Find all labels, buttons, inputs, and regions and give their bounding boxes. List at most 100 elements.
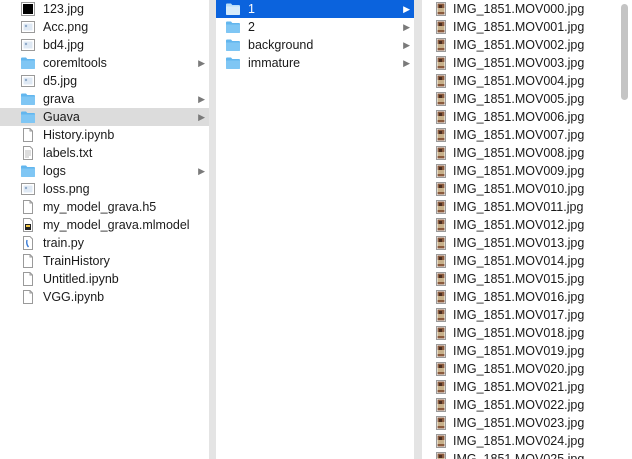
disclosure-chevron-icon: ▶ [403,40,410,50]
item-label: IMG_1851.MOV005.jpg [453,92,585,106]
folder-icon [225,2,241,16]
finder-column-browser: 123.jpg Acc.png bd4.jpg coremltools ▶ d5.jpg g… [0,0,632,459]
list-item-img-1851-mov000-jpg[interactable]: IMG_1851.MOV000.jpg [422,0,632,18]
list-item-bd4-jpg[interactable]: bd4.jpg [0,36,209,54]
list-item-img-1851-mov004-jpg[interactable]: IMG_1851.MOV004.jpg [422,72,632,90]
list-item-img-1851-mov010-jpg[interactable]: IMG_1851.MOV010.jpg [422,180,632,198]
item-label: 1 [248,2,255,16]
list-item-img-1851-mov003-jpg[interactable]: IMG_1851.MOV003.jpg [422,54,632,72]
list-item-d5-jpg[interactable]: d5.jpg [0,72,209,90]
column-divider-2[interactable] [414,0,422,459]
item-label: IMG_1851.MOV006.jpg [453,110,585,124]
item-label: VGG.ipynb [43,290,105,304]
list-item-img-1851-mov020-jpg[interactable]: IMG_1851.MOV020.jpg [422,360,632,378]
folder-icon [225,56,241,70]
photo-thumbnail-icon [433,326,449,340]
item-label: my_model_grava.mlmodel [43,218,190,232]
list-item-img-1851-mov012-jpg[interactable]: IMG_1851.MOV012.jpg [422,216,632,234]
list-item-coremltools[interactable]: coremltools ▶ [0,54,209,72]
list-item-vgg-ipynb[interactable]: VGG.ipynb [0,288,209,306]
photo-thumbnail-icon [433,110,449,124]
list-item-img-1851-mov005-jpg[interactable]: IMG_1851.MOV005.jpg [422,90,632,108]
list-item-acc-png[interactable]: Acc.png [0,18,209,36]
list-item-background[interactable]: background ▶ [216,36,414,54]
photo-thumbnail-icon [433,452,449,459]
list-item-img-1851-mov018-jpg[interactable]: IMG_1851.MOV018.jpg [422,324,632,342]
column-1[interactable]: 123.jpg Acc.png bd4.jpg coremltools ▶ d5.jpg g… [0,0,209,459]
column-2[interactable]: 1 ▶ 2 ▶ background ▶ immature ▶ [216,0,414,459]
folder-icon [20,56,36,70]
folder-icon [225,20,241,34]
document-icon [20,200,36,214]
photo-thumbnail-icon [433,434,449,448]
item-label: IMG_1851.MOV008.jpg [453,146,585,160]
list-item-img-1851-mov017-jpg[interactable]: IMG_1851.MOV017.jpg [422,306,632,324]
list-item-my-model-grava-mlmodel[interactable]: my_model_grava.mlmodel [0,216,209,234]
item-label: grava [43,92,75,106]
document-icon [20,254,36,268]
list-item-img-1851-mov021-jpg[interactable]: IMG_1851.MOV021.jpg [422,378,632,396]
list-item-img-1851-mov001-jpg[interactable]: IMG_1851.MOV001.jpg [422,18,632,36]
item-label: loss.png [43,182,90,196]
image-icon [20,182,36,196]
list-item-img-1851-mov025-jpg[interactable]: IMG_1851.MOV025.jpg [422,450,632,459]
list-item-img-1851-mov011-jpg[interactable]: IMG_1851.MOV011.jpg [422,198,632,216]
image-icon [20,38,36,52]
disclosure-chevron-icon: ▶ [198,166,205,176]
list-item-img-1851-mov015-jpg[interactable]: IMG_1851.MOV015.jpg [422,270,632,288]
document-icon [20,290,36,304]
list-item-grava[interactable]: grava ▶ [0,90,209,108]
list-item-img-1851-mov019-jpg[interactable]: IMG_1851.MOV019.jpg [422,342,632,360]
list-item-img-1851-mov024-jpg[interactable]: IMG_1851.MOV024.jpg [422,432,632,450]
photo-thumbnail-icon [433,398,449,412]
item-label: IMG_1851.MOV018.jpg [453,326,585,340]
list-item-123-jpg[interactable]: 123.jpg [0,0,209,18]
item-label: coremltools [43,56,107,70]
item-label: IMG_1851.MOV001.jpg [453,20,585,34]
list-item-labels-txt[interactable]: labels.txt [0,144,209,162]
item-label: 2 [248,20,255,34]
list-item-my-model-grava-h5[interactable]: my_model_grava.h5 [0,198,209,216]
list-item-train-py[interactable]: train.py [0,234,209,252]
item-label: IMG_1851.MOV000.jpg [453,2,585,16]
text-document-icon [20,146,36,160]
item-label: bd4.jpg [43,38,85,52]
list-item-loss-png[interactable]: loss.png [0,180,209,198]
column-3[interactable]: IMG_1851.MOV000.jpg IMG_1851.MOV001.jpg IM… [422,0,632,459]
photo-thumbnail-icon [433,2,449,16]
list-item-2[interactable]: 2 ▶ [216,18,414,36]
list-item-guava[interactable]: Guava ▶ [0,108,209,126]
image-icon [20,20,36,34]
list-item-1[interactable]: 1 ▶ [216,0,414,18]
list-item-img-1851-mov006-jpg[interactable]: IMG_1851.MOV006.jpg [422,108,632,126]
item-label: IMG_1851.MOV025.jpg [453,452,585,459]
disclosure-chevron-icon: ▶ [198,94,205,104]
list-item-img-1851-mov022-jpg[interactable]: IMG_1851.MOV022.jpg [422,396,632,414]
mlmodel-icon [20,218,36,232]
photo-thumbnail-icon [433,236,449,250]
list-item-img-1851-mov014-jpg[interactable]: IMG_1851.MOV014.jpg [422,252,632,270]
photo-thumbnail-icon [433,362,449,376]
list-item-img-1851-mov023-jpg[interactable]: IMG_1851.MOV023.jpg [422,414,632,432]
list-item-img-1851-mov007-jpg[interactable]: IMG_1851.MOV007.jpg [422,126,632,144]
image-black-icon [20,2,36,16]
photo-thumbnail-icon [433,92,449,106]
list-item-trainhistory[interactable]: TrainHistory [0,252,209,270]
column-divider-1[interactable] [209,0,216,459]
list-item-logs[interactable]: logs ▶ [0,162,209,180]
list-item-img-1851-mov016-jpg[interactable]: IMG_1851.MOV016.jpg [422,288,632,306]
list-item-img-1851-mov002-jpg[interactable]: IMG_1851.MOV002.jpg [422,36,632,54]
list-item-immature[interactable]: immature ▶ [216,54,414,72]
photo-thumbnail-icon [433,290,449,304]
list-item-img-1851-mov008-jpg[interactable]: IMG_1851.MOV008.jpg [422,144,632,162]
item-label: my_model_grava.h5 [43,200,157,214]
list-item-history-ipynb[interactable]: History.ipynb [0,126,209,144]
photo-thumbnail-icon [433,416,449,430]
item-label: IMG_1851.MOV009.jpg [453,164,585,178]
item-label: IMG_1851.MOV013.jpg [453,236,585,250]
list-item-img-1851-mov009-jpg[interactable]: IMG_1851.MOV009.jpg [422,162,632,180]
list-item-img-1851-mov013-jpg[interactable]: IMG_1851.MOV013.jpg [422,234,632,252]
item-label: IMG_1851.MOV016.jpg [453,290,585,304]
list-item-untitled-ipynb[interactable]: Untitled.ipynb [0,270,209,288]
item-label: Acc.png [43,20,89,34]
